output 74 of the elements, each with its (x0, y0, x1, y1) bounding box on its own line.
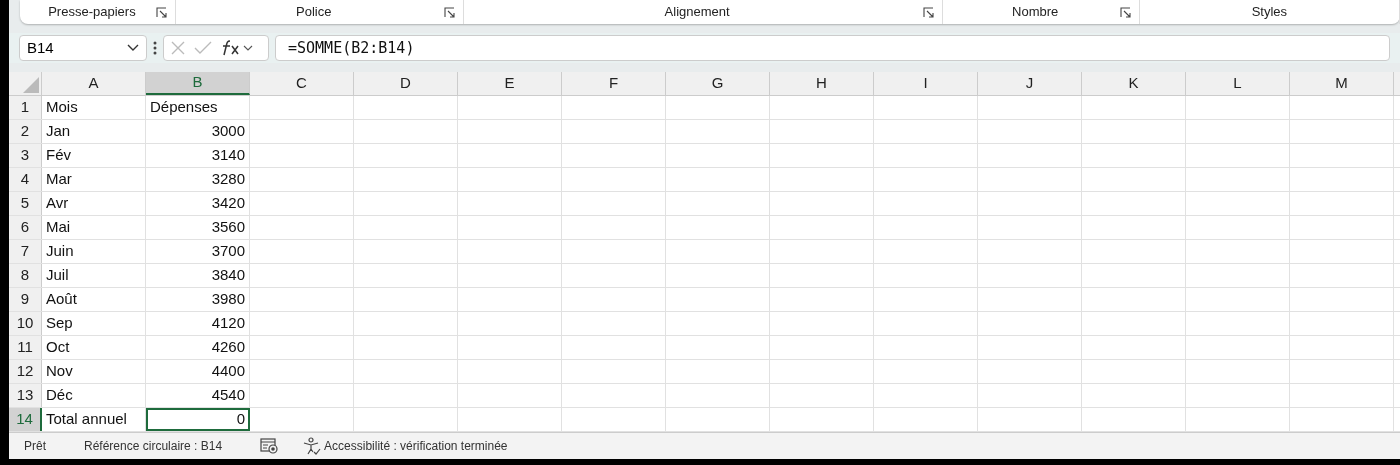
row-header[interactable]: 3 (9, 144, 42, 167)
table-cell[interactable]: Avr (42, 192, 146, 215)
table-cell[interactable]: 0 (146, 408, 250, 431)
formula-field[interactable]: =SOMME(B2:B14) (275, 35, 1390, 61)
table-cell[interactable]: Oct (42, 336, 146, 359)
dialog-launcher-icon[interactable] (1119, 6, 1131, 18)
table-cell[interactable]: 4540 (146, 384, 250, 407)
dialog-launcher-icon[interactable] (443, 6, 455, 18)
dialog-launcher-icon[interactable] (155, 6, 167, 18)
chevron-down-icon (127, 44, 139, 52)
column-header[interactable]: F (562, 72, 666, 95)
column-header[interactable]: I (874, 72, 978, 95)
column-header[interactable]: H (770, 72, 874, 95)
column-header[interactable]: E (458, 72, 562, 95)
row-header[interactable]: 12 (9, 360, 42, 383)
table-cell[interactable]: 3980 (146, 288, 250, 311)
table-cell[interactable]: 3560 (146, 216, 250, 239)
table-cell[interactable]: 3280 (146, 168, 250, 191)
table-cell[interactable]: Déc (42, 384, 146, 407)
accessibility-icon[interactable] (302, 437, 323, 455)
column-header[interactable]: G (666, 72, 770, 95)
column-header[interactable]: M (1290, 72, 1394, 95)
table-cell[interactable]: 4120 (146, 312, 250, 335)
row-header[interactable]: 11 (9, 336, 42, 359)
ribbon-group-label: Styles (1250, 3, 1289, 22)
accessibility-status[interactable]: Accessibilité : vérification terminée (324, 437, 508, 455)
row-header[interactable]: 4 (9, 168, 42, 191)
table-cell[interactable]: 3000 (146, 120, 250, 143)
table-cell[interactable]: 3840 (146, 264, 250, 287)
column-header[interactable]: D (354, 72, 458, 95)
table-cell[interactable]: Mar (42, 168, 146, 191)
column-header[interactable]: C (250, 72, 354, 95)
macro-recording-icon[interactable] (260, 438, 279, 454)
ribbon-group-label: Police (295, 3, 333, 22)
column-header[interactable]: J (978, 72, 1082, 95)
table-cell[interactable]: Juil (42, 264, 146, 287)
table-cell[interactable]: 3140 (146, 144, 250, 167)
row-header[interactable]: 6 (9, 216, 42, 239)
row-header[interactable]: 2 (9, 120, 42, 143)
check-icon[interactable] (194, 41, 212, 55)
table-cell[interactable]: Août (42, 288, 146, 311)
column-header[interactable]: K (1082, 72, 1186, 95)
table-cell[interactable]: 4400 (146, 360, 250, 383)
table-cell[interactable]: 3420 (146, 192, 250, 215)
table-cell[interactable]: Total annuel (42, 408, 146, 431)
row-header[interactable]: 8 (9, 264, 42, 287)
table-cell[interactable]: Mois (42, 96, 146, 119)
dialog-launcher-icon[interactable] (922, 6, 934, 18)
row-header[interactable]: 10 (9, 312, 42, 335)
row-header[interactable]: 14 (9, 408, 42, 431)
circular-reference-status[interactable]: Référence circulaire : B14 (84, 437, 223, 455)
insert-function-icon[interactable] (220, 39, 254, 57)
row-header[interactable]: 5 (9, 192, 42, 215)
column-header[interactable]: L (1186, 72, 1290, 95)
row-header[interactable]: 1 (9, 96, 42, 119)
row-header[interactable]: 13 (9, 384, 42, 407)
table-cell[interactable]: Dépenses (146, 96, 250, 119)
more-options-icon[interactable] (153, 41, 157, 55)
ribbon-group-label: Alignement (663, 3, 731, 22)
table-cell[interactable]: Fév (42, 144, 146, 167)
ribbon-group-label: Presse-papiers (47, 3, 137, 22)
row-header[interactable]: 7 (9, 240, 42, 263)
table-cell[interactable]: Jan (42, 120, 146, 143)
table-cell[interactable]: Juin (42, 240, 146, 263)
status-mode: Prêt (24, 438, 46, 455)
table-cell[interactable]: 4260 (146, 336, 250, 359)
table-cell[interactable]: 3700 (146, 240, 250, 263)
table-cell[interactable]: Mai (42, 216, 146, 239)
table-cell[interactable]: Sep (42, 312, 146, 335)
table-cell[interactable]: Nov (42, 360, 146, 383)
column-header[interactable]: B (146, 72, 250, 95)
row-header[interactable]: 9 (9, 288, 42, 311)
name-box[interactable]: B14 (19, 35, 147, 61)
ribbon-group-label: Nombre (1011, 3, 1060, 22)
